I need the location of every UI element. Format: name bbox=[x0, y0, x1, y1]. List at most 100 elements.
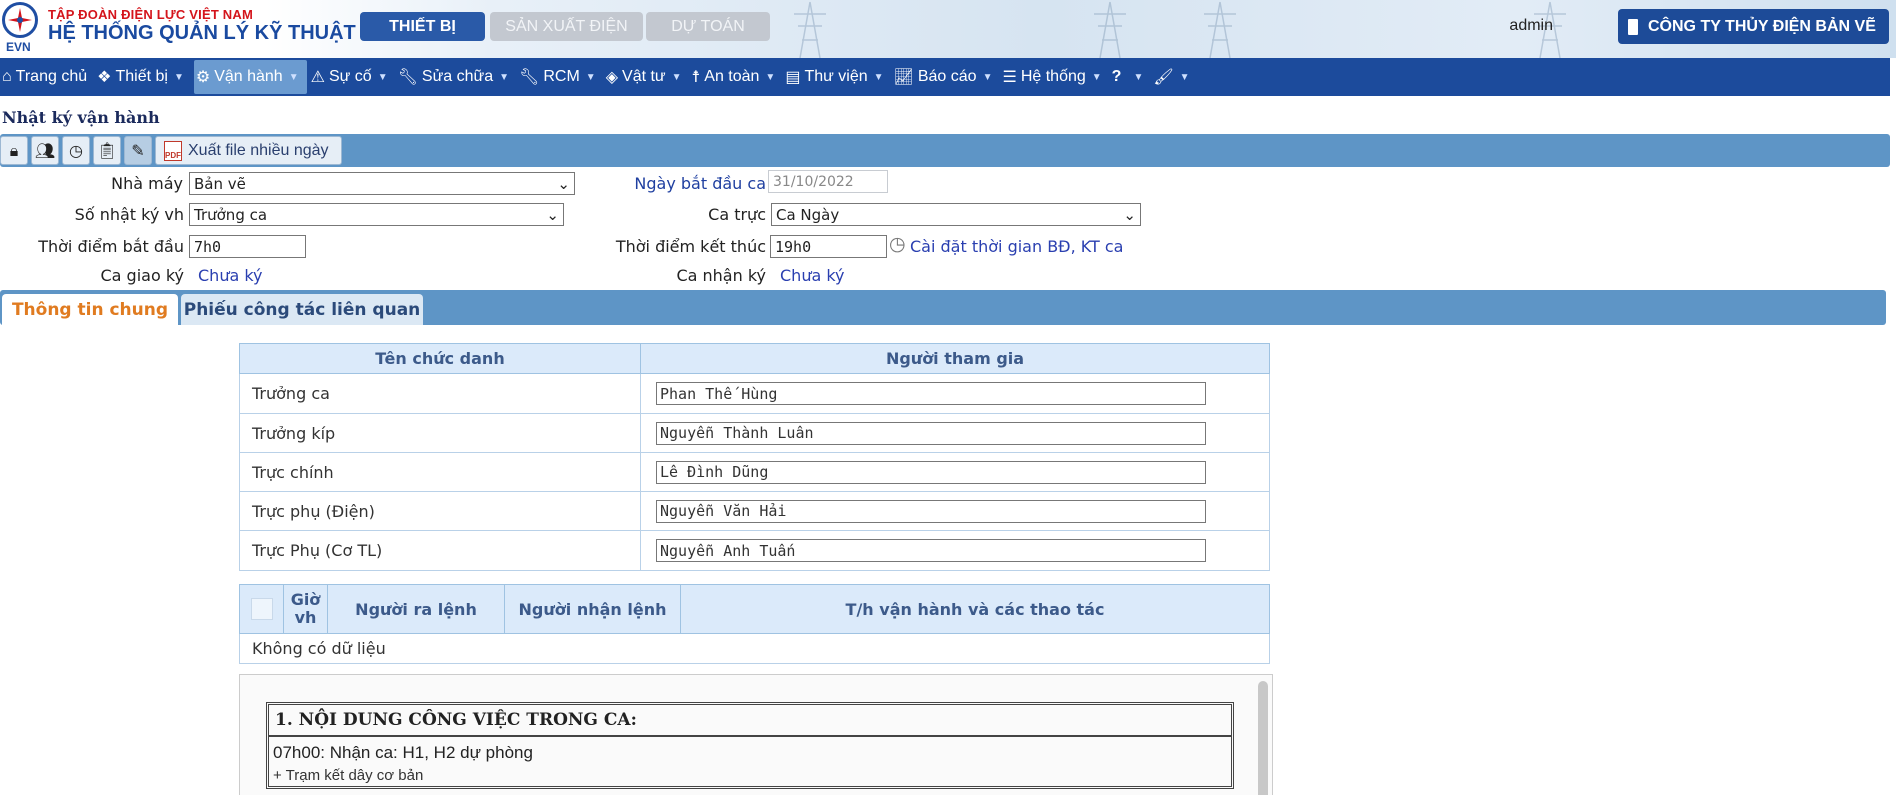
module-san-xuat-dien-button[interactable]: SẢN XUẤT ĐIỆN bbox=[490, 12, 643, 41]
warning-icon: ⚠ bbox=[310, 69, 325, 86]
caret-down-icon: ▼ bbox=[1133, 71, 1144, 83]
menu-he-thong[interactable]: ☰ Hệ thống ▼ bbox=[1000, 58, 1109, 96]
receive-status-link[interactable]: Chưa ký bbox=[780, 266, 845, 285]
org-name: TẬP ĐOÀN ĐIỆN LỰC VIỆT NAM bbox=[48, 7, 253, 22]
table-row: Trực phụ (Điện) Nguyễn Văn Hải bbox=[239, 491, 1270, 531]
handover-label: Ca giao ký bbox=[100, 266, 184, 285]
role-cell: Trưởng ca bbox=[239, 373, 641, 414]
edit-button[interactable]: ✎ bbox=[124, 136, 152, 165]
select-all-checkbox[interactable] bbox=[250, 598, 273, 620]
column-header-time: Giờ vh bbox=[283, 584, 328, 634]
user-name[interactable]: admin bbox=[1509, 17, 1553, 35]
start-date-label: Ngày bắt đầu ca bbox=[634, 174, 766, 193]
plant-select[interactable]: Bản vẽ ⌄ bbox=[189, 172, 575, 195]
caret-down-icon: ▼ bbox=[765, 71, 776, 83]
tab-bar: Thông tin chung Phiếu công tác liên quan bbox=[0, 290, 1886, 325]
cube-icon: ◈ bbox=[605, 69, 619, 86]
staff-table: Tên chức danh Người tham gia Trưởng ca P… bbox=[239, 343, 1270, 571]
caret-down-icon: ▼ bbox=[377, 71, 388, 83]
module-thiet-bi-button[interactable]: THIẾT BỊ bbox=[360, 12, 485, 41]
menu-an-toan[interactable]: ☨ An toàn ▼ bbox=[690, 58, 784, 96]
company-selector[interactable]: CÔNG TY THỦY ĐIỆN BẢN VẼ bbox=[1618, 9, 1889, 44]
caret-down-icon: ▼ bbox=[585, 71, 596, 83]
plant-label: Nhà máy bbox=[111, 174, 183, 193]
menu-sua-chua[interactable]: 🔧︎ Sửa chữa ▼ bbox=[396, 58, 517, 96]
handover-status-link[interactable]: Chưa ký bbox=[198, 266, 263, 285]
start-time-input[interactable]: 7h0 bbox=[189, 235, 306, 258]
wrench-icon: 🔧︎ bbox=[397, 69, 418, 86]
clock-icon[interactable]: ◷ bbox=[889, 233, 906, 255]
refresh-button[interactable]: ◷ bbox=[62, 136, 90, 165]
column-header-role: Tên chức danh bbox=[239, 343, 641, 374]
system-name: HỆ THỐNG QUẢN LÝ KỸ THUẬT bbox=[48, 22, 356, 44]
time-setting-link[interactable]: Cài đặt thời gian BĐ, KT ca bbox=[910, 237, 1123, 256]
table-row: Trực chính Lê Đình Dũng bbox=[239, 452, 1270, 492]
column-header-operations: T/h vận hành và các thao tác bbox=[680, 584, 1270, 634]
person-input[interactable]: Nguyễn Văn Hải bbox=[656, 499, 1206, 523]
person-input[interactable]: Nguyễn Thành Luân bbox=[656, 421, 1206, 445]
receive-label: Ca nhận ký bbox=[676, 266, 766, 285]
lock-button[interactable]: 🔒︎ bbox=[0, 136, 28, 165]
chart-icon: 📈︎ bbox=[893, 69, 914, 86]
tab-phieu-cong-tac[interactable]: Phiếu công tác liên quan bbox=[181, 294, 423, 325]
caret-down-icon: ▼ bbox=[873, 71, 884, 83]
caret-down-icon: ▼ bbox=[288, 71, 299, 83]
chevron-down-icon: ⌄ bbox=[546, 205, 559, 224]
evn-logo[interactable]: EVN bbox=[2, 2, 40, 54]
empty-message: Không có dữ liệu bbox=[239, 633, 1270, 664]
editor-content-table: 1. NỘI DUNG CÔNG VIỆC TRONG CA: 07h00: N… bbox=[266, 702, 1234, 789]
menu-theme[interactable]: 🖌︎ ▼ bbox=[1151, 58, 1197, 96]
menu-thiet-bi[interactable]: ❖ Thiết bị ▼ bbox=[95, 58, 192, 96]
module-du-toan-button[interactable]: DỰ TOÁN bbox=[646, 12, 770, 41]
role-cell: Trưởng kíp bbox=[239, 413, 641, 453]
lock-icon: 🔒︎ bbox=[9, 140, 19, 160]
list-icon: ☰ bbox=[1002, 69, 1017, 86]
end-time-input[interactable]: 19h0 bbox=[770, 235, 887, 258]
pdf-icon: PDF bbox=[164, 140, 182, 161]
operations-table: Giờ vh Người ra lệnh Người nhận lệnh T/h… bbox=[239, 584, 1270, 664]
handover-button[interactable]: 👥︎ bbox=[31, 136, 59, 165]
menu-thu-vien[interactable]: ▤ Thư viện ▼ bbox=[783, 58, 891, 96]
end-time-label: Thời điểm kết thúc bbox=[615, 237, 766, 256]
table-row: Trưởng kíp Nguyễn Thành Luân bbox=[239, 413, 1270, 453]
log-select[interactable]: Trưởng ca ⌄ bbox=[189, 203, 564, 226]
menu-van-hanh[interactable]: ⚙ Vận hành ▼ bbox=[193, 60, 307, 94]
wrench-icon: 🔧︎ bbox=[519, 69, 540, 86]
editor-line: 07h00: Nhận ca: H1, H2 dự phòng bbox=[273, 743, 533, 762]
editor-scrollbar[interactable] bbox=[1258, 681, 1268, 795]
export-multi-day-button[interactable]: PDF Xuất file nhiều ngày bbox=[155, 136, 342, 165]
app-header: EVN TẬP ĐOÀN ĐIỆN LỰC VIỆT NAM HỆ THỐNG … bbox=[0, 0, 1896, 58]
caret-down-icon: ▼ bbox=[671, 71, 682, 83]
menu-su-co[interactable]: ⚠ Sự cố ▼ bbox=[309, 58, 396, 96]
rich-text-editor[interactable]: 1. NỘI DUNG CÔNG VIỆC TRONG CA: 07h00: N… bbox=[239, 674, 1273, 795]
person-input[interactable]: Phan Thế Hùng bbox=[656, 382, 1206, 405]
tab-thong-tin-chung[interactable]: Thông tin chung bbox=[2, 294, 178, 325]
menu-bao-cao[interactable]: 📈︎ Báo cáo ▼ bbox=[892, 58, 1001, 96]
start-date-field[interactable]: 31/10/2022 bbox=[768, 170, 888, 193]
page-title: Nhật ký vận hành bbox=[2, 108, 160, 127]
person-input[interactable]: Lê Đình Dũng bbox=[656, 460, 1206, 484]
clipboard-button[interactable]: 📋︎ bbox=[93, 136, 121, 165]
menu-rcm[interactable]: 🔧︎ RCM ▼ bbox=[517, 58, 604, 96]
start-time-label: Thời điểm bắt đầu bbox=[38, 237, 184, 256]
person-input[interactable]: Nguyễn Anh Tuấn bbox=[656, 539, 1206, 562]
shift-select[interactable]: Ca Ngày ⌄ bbox=[771, 203, 1141, 226]
logo-text: EVN bbox=[6, 40, 31, 54]
main-menu: ⌂ Trang chủ ❖ Thiết bị ▼ ⚙ Vận hành ▼ ⚠ Sự cố ▼… bbox=[0, 58, 1890, 96]
building-icon bbox=[1628, 18, 1638, 35]
menu-help[interactable]: ? ▼ bbox=[1110, 58, 1152, 96]
chevron-down-icon: ⌄ bbox=[1123, 205, 1136, 224]
pylon-decoration bbox=[1204, 1, 1236, 58]
home-icon: ⌂ bbox=[2, 68, 12, 85]
shift-label: Ca trực bbox=[708, 205, 766, 224]
clock-icon: ◷ bbox=[69, 141, 83, 160]
brush-icon: 🖌︎ bbox=[1153, 69, 1174, 86]
gears-icon: ⚙ bbox=[195, 69, 211, 86]
pylon-decoration bbox=[794, 1, 826, 58]
menu-vat-tu[interactable]: ◈ Vật tư ▼ bbox=[604, 58, 690, 96]
menu-trang-chu[interactable]: ⌂ Trang chủ bbox=[0, 58, 95, 96]
chevron-down-icon: ⌄ bbox=[557, 174, 570, 193]
table-row: Trực Phụ (Cơ TL) Nguyễn Anh Tuấn bbox=[239, 530, 1270, 571]
company-name: CÔNG TY THỦY ĐIỆN BẢN VẼ bbox=[1648, 17, 1876, 35]
role-cell: Trực chính bbox=[239, 452, 641, 492]
